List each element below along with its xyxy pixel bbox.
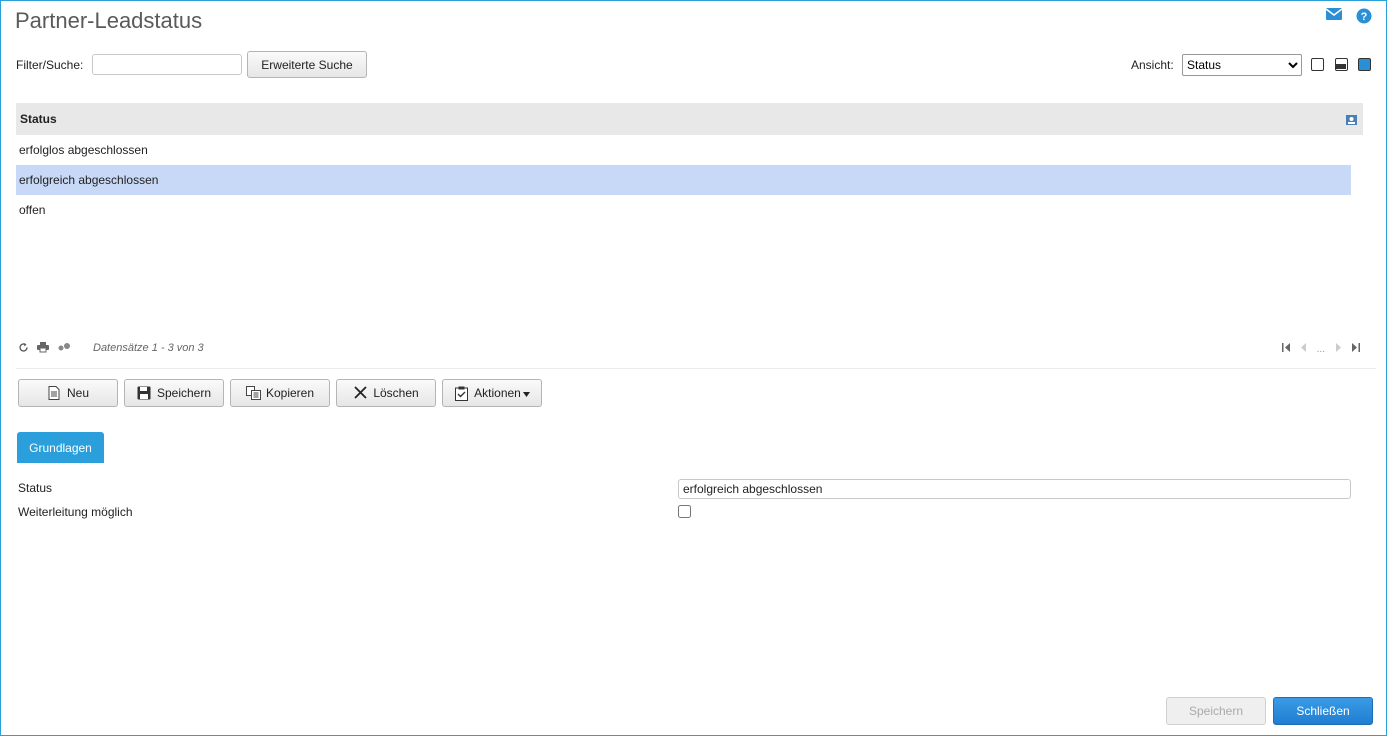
layout-split-icon[interactable] xyxy=(1335,58,1348,71)
forwarding-field-label: Weiterleitung möglich xyxy=(18,505,133,519)
delete-button[interactable]: Löschen xyxy=(336,379,436,407)
table-row-selected[interactable]: erfolgreich abgeschlossen xyxy=(16,165,1351,195)
footer-close-button[interactable]: Schließen xyxy=(1273,697,1373,725)
new-button-label: Neu xyxy=(66,386,89,400)
forwarding-checkbox[interactable] xyxy=(678,505,691,518)
table-cell-status: erfolglos abgeschlossen xyxy=(19,143,148,157)
divider xyxy=(16,368,1376,369)
grid-footer: Datensätze 1 - 3 von 3 ... xyxy=(16,341,1366,357)
first-page-icon[interactable] xyxy=(1281,343,1291,355)
records-count: Datensätze 1 - 3 von 3 xyxy=(93,342,204,354)
svg-text:?: ? xyxy=(1361,11,1368,23)
settings-icon[interactable] xyxy=(57,342,71,356)
status-field-label: Status xyxy=(18,481,53,495)
clipboard-icon xyxy=(454,386,468,401)
app-window: Partner-Leadstatus ? Filter/Suche: Erwei… xyxy=(0,0,1387,736)
delete-button-label: Löschen xyxy=(373,386,419,400)
save-button-label: Speichern xyxy=(156,386,212,400)
column-header-status[interactable]: Status xyxy=(20,112,57,126)
save-button[interactable]: Speichern xyxy=(124,379,224,407)
layout-detail-icon[interactable] xyxy=(1358,58,1371,71)
print-icon[interactable] xyxy=(37,342,49,356)
filter-label: Filter/Suche: xyxy=(16,58,84,72)
grid-header: Status xyxy=(16,103,1363,135)
status-field[interactable] xyxy=(678,479,1351,499)
help-icon[interactable]: ? xyxy=(1356,8,1372,24)
refresh-icon[interactable] xyxy=(18,342,29,356)
floppy-disk-icon xyxy=(137,386,151,400)
actions-button-label: Aktionen xyxy=(474,386,521,400)
page-title: Partner-Leadstatus xyxy=(15,8,203,33)
filter-search-input[interactable] xyxy=(92,54,242,75)
next-page-icon[interactable] xyxy=(1335,343,1341,355)
copy-button-label: Kopieren xyxy=(265,386,315,400)
prev-page-icon[interactable] xyxy=(1300,343,1307,355)
view-label: Ansicht: xyxy=(1131,58,1174,72)
copy-icon xyxy=(245,386,261,400)
last-page-icon[interactable] xyxy=(1351,343,1360,355)
column-chooser-icon[interactable] xyxy=(1346,114,1357,125)
grid-footer-icons xyxy=(18,342,71,356)
footer-save-button[interactable]: Speichern xyxy=(1166,697,1266,725)
copy-button[interactable]: Kopieren xyxy=(230,379,330,407)
mail-icon[interactable] xyxy=(1325,8,1343,22)
table-row[interactable]: erfolglos abgeschlossen xyxy=(16,135,1351,165)
table-cell-status: offen xyxy=(19,203,46,217)
view-select[interactable]: Status xyxy=(1182,54,1302,76)
tab-grundlagen[interactable]: Grundlagen xyxy=(17,432,104,463)
actions-menu-button[interactable]: Aktionen xyxy=(442,379,542,407)
dropdown-caret-icon xyxy=(522,386,530,400)
top-icon-bar: ? xyxy=(1325,8,1372,24)
page-ellipsis: ... xyxy=(1316,343,1325,355)
table-cell-status: erfolgreich abgeschlossen xyxy=(19,173,159,187)
new-button[interactable]: Neu xyxy=(18,379,118,407)
delete-x-icon xyxy=(353,386,367,400)
table-row[interactable]: offen xyxy=(16,195,1351,225)
layout-single-icon[interactable] xyxy=(1311,58,1324,71)
pager: ... xyxy=(1281,343,1360,355)
extended-search-button[interactable]: Erweiterte Suche xyxy=(247,51,367,78)
new-document-icon xyxy=(47,386,61,400)
